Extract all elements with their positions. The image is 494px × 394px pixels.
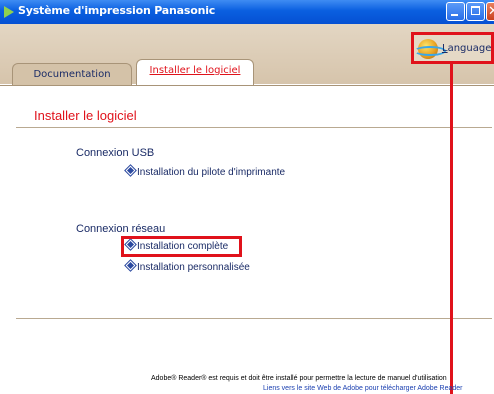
globe-icon bbox=[414, 39, 446, 59]
language-button[interactable]: Language bbox=[411, 32, 494, 64]
maximize-button[interactable] bbox=[466, 2, 485, 21]
tab-install-software[interactable]: Installer le logiciel bbox=[136, 59, 254, 86]
minimize-icon bbox=[451, 14, 458, 16]
diamond-bullet-icon bbox=[124, 259, 137, 272]
highlight-box-full-installation bbox=[121, 236, 242, 257]
section-title: Installer le logiciel bbox=[34, 108, 137, 123]
divider-bottom bbox=[16, 318, 492, 319]
maximize-icon bbox=[471, 6, 480, 15]
tab-documentation[interactable]: Documentation bbox=[12, 63, 132, 85]
window-titlebar: Système d'impression Panasonic ✕ bbox=[0, 0, 494, 24]
link-install-printer-driver[interactable]: Installation du pilote d'imprimante bbox=[124, 164, 286, 178]
content-top-border bbox=[0, 85, 494, 86]
link-custom-installation[interactable]: Installation personnalisée bbox=[124, 259, 250, 273]
callout-line bbox=[450, 64, 453, 394]
usb-group-title: Connexion USB bbox=[76, 147, 155, 159]
window-title: Système d'impression Panasonic bbox=[18, 4, 216, 17]
adobe-download-link[interactable]: Liens vers le site Web de Adobe pour tél… bbox=[263, 385, 463, 392]
app-icon bbox=[4, 6, 14, 18]
divider-top bbox=[16, 127, 492, 128]
language-label: Language bbox=[442, 43, 492, 54]
network-group-title: Connexion réseau bbox=[76, 223, 166, 235]
close-button[interactable]: ✕ bbox=[486, 2, 494, 21]
link-label: Installation du pilote d'imprimante bbox=[137, 167, 286, 178]
link-label: Installation personnalisée bbox=[137, 262, 250, 273]
close-icon: ✕ bbox=[488, 4, 494, 19]
adobe-reader-note: Adobe® Reader® est requis et doit être i… bbox=[151, 375, 447, 382]
minimize-button[interactable] bbox=[446, 2, 465, 21]
diamond-bullet-icon bbox=[124, 164, 137, 177]
